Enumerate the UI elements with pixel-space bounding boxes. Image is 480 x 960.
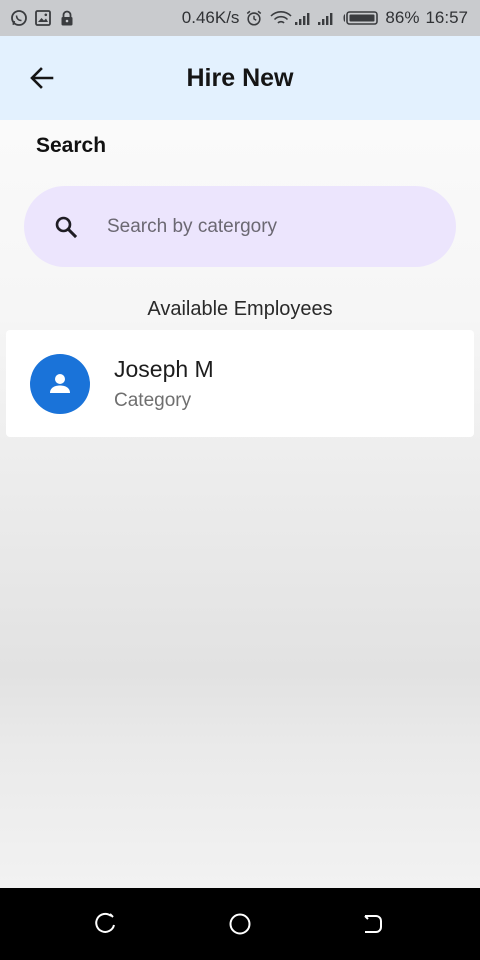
home-icon (229, 913, 251, 935)
app-bar: Hire New (0, 36, 480, 120)
status-right-icons: 0.46K/s 86% 16:57 (182, 8, 468, 28)
network-speed: 0.46K/s (181, 8, 240, 27)
employee-category: Category (114, 390, 192, 411)
recent-apps-button[interactable] (92, 910, 120, 938)
search-input[interactable] (105, 214, 409, 239)
employee-list-item[interactable]: Joseph M Category (6, 330, 474, 437)
wifi-icon (269, 9, 311, 27)
signal-icon (317, 9, 337, 27)
back-icon (364, 915, 382, 933)
status-left-icons (10, 9, 76, 27)
search-bar[interactable] (24, 186, 456, 267)
person-icon (50, 374, 70, 393)
avatar (30, 354, 90, 414)
status-bar: 0.46K/s 86% 16:57 (0, 0, 480, 36)
whatsapp-icon (10, 9, 28, 27)
system-nav-bar (0, 888, 480, 960)
clock-time: 16:57 (425, 8, 468, 27)
search-icon (52, 213, 80, 241)
home-button[interactable] (226, 910, 254, 938)
alarm-icon (245, 9, 263, 27)
employee-name: Joseph M (114, 356, 214, 382)
search-section-title: Search (36, 134, 107, 157)
page-title: Hire New (186, 63, 294, 92)
recent-apps-icon (95, 912, 115, 933)
arrow-left-icon (30, 67, 54, 89)
lock-icon (58, 9, 76, 27)
gallery-icon (34, 9, 52, 27)
main-content: Search Available Employees Joseph M Cate… (0, 120, 480, 888)
battery-level: 86% (385, 8, 420, 27)
back-button[interactable] (24, 60, 60, 96)
available-employees-heading: Available Employees (147, 298, 333, 320)
system-back-button[interactable] (358, 910, 386, 938)
battery-icon (343, 9, 379, 27)
